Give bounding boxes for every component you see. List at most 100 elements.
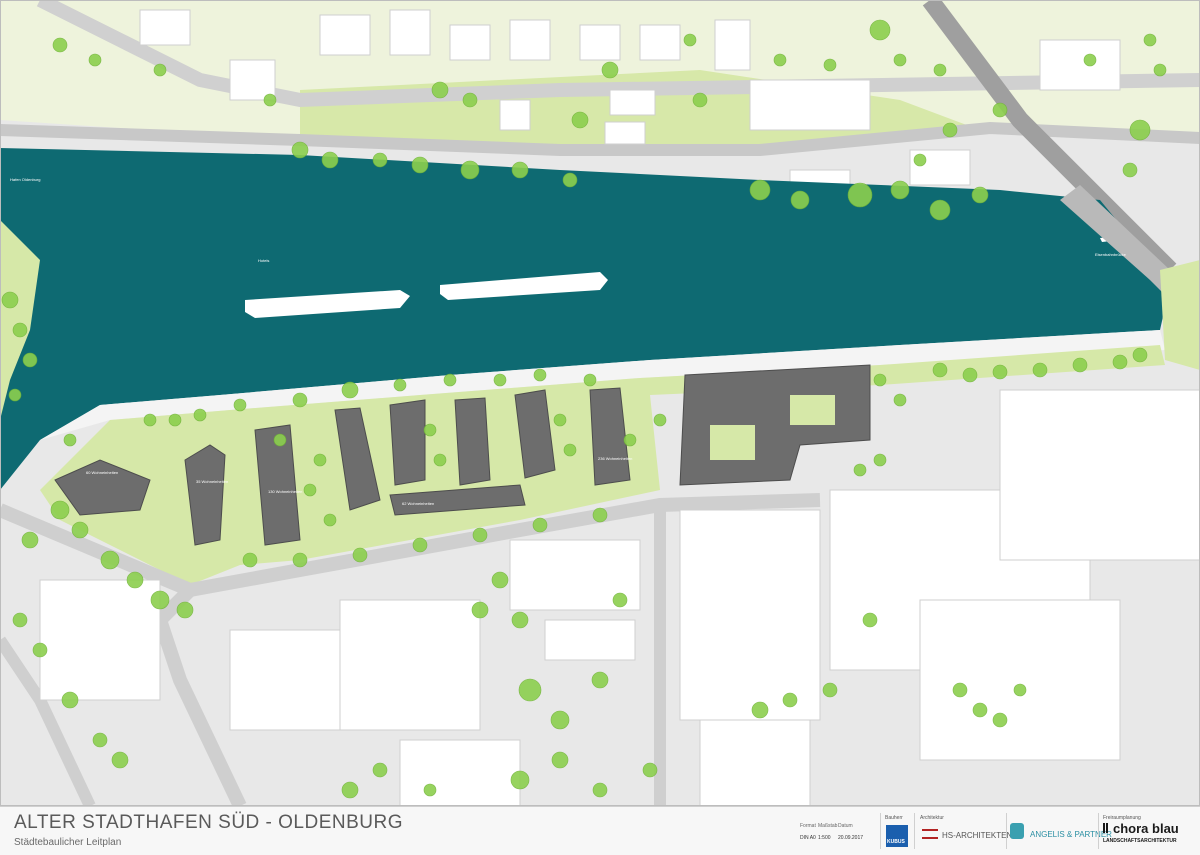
date-label: Datum: [838, 823, 853, 829]
tree: [21, 531, 39, 549]
tree: [92, 732, 108, 748]
tree: [71, 521, 89, 539]
label-bldg-d: 62 Wohneinheiten: [402, 501, 434, 506]
tree: [233, 398, 247, 412]
tree: [550, 710, 570, 730]
tree: [32, 642, 48, 658]
tree: [782, 692, 798, 708]
architects-label: Architektur: [920, 815, 944, 821]
tree: [683, 33, 697, 47]
tree: [471, 601, 489, 619]
tree: [642, 762, 658, 778]
tree: [1143, 33, 1157, 47]
building-f: [454, 397, 491, 486]
tree: [1, 291, 19, 309]
title-block: ALTER STADTHAFEN SÜD - OLDENBURG Städteb…: [0, 806, 1200, 855]
tree: [562, 172, 578, 188]
label-bldg-a: 60 Wohneinheiten: [86, 470, 118, 475]
tree: [553, 413, 567, 427]
chora-subtitle: LANDSCHAFTSARCHITEKTUR: [1103, 838, 1177, 844]
tree: [431, 81, 449, 99]
tree: [372, 152, 388, 168]
tree: [869, 19, 891, 41]
courtyard-east-2: [790, 395, 835, 425]
tree: [472, 527, 488, 543]
tree: [1032, 362, 1048, 378]
courtyard-east: [710, 425, 755, 460]
tree: [623, 433, 637, 447]
tree: [292, 552, 308, 568]
tree: [52, 37, 68, 53]
tree: [460, 160, 480, 180]
tree: [273, 433, 287, 447]
tree: [493, 373, 507, 387]
tree: [790, 190, 810, 210]
tree: [822, 682, 838, 698]
tree: [88, 53, 102, 67]
tree: [952, 682, 968, 698]
tree: [341, 781, 359, 799]
tree: [423, 783, 437, 797]
site-plan-map: Hafen Oldenburg Eisenbahnbrücke Hotels 6…: [0, 0, 1200, 806]
tree: [601, 61, 619, 79]
client-logo: KUBUS: [886, 825, 908, 847]
tree: [890, 180, 910, 200]
tree: [292, 392, 308, 408]
tree: [1153, 63, 1167, 77]
tree: [971, 186, 989, 204]
hs-architekten: HS-ARCHITEKTEN: [942, 831, 1013, 840]
hs-logo-icon: [922, 829, 938, 839]
tree: [992, 102, 1008, 118]
tree: [433, 453, 447, 467]
tree: [22, 352, 38, 368]
scale-value: 1:500: [818, 835, 831, 841]
label-bldg-c: 130 Wohneinheiten: [268, 489, 302, 494]
tree: [126, 571, 144, 589]
tree: [242, 552, 258, 568]
tree: [933, 63, 947, 77]
tree: [893, 53, 907, 67]
tree: [411, 156, 429, 174]
tree: [592, 782, 608, 798]
tree: [1132, 347, 1148, 363]
tree: [1129, 119, 1151, 141]
tree: [462, 92, 478, 108]
tree: [992, 712, 1008, 728]
tree: [962, 367, 978, 383]
tree: [692, 92, 708, 108]
tree: [551, 751, 569, 769]
tree: [873, 373, 887, 387]
format-label: Format: [800, 823, 816, 829]
tree: [423, 423, 437, 437]
tree: [111, 751, 129, 769]
tree: [853, 463, 867, 477]
tree: [412, 537, 428, 553]
tree: [653, 413, 667, 427]
tree: [913, 153, 927, 167]
tree: [341, 381, 359, 399]
tree: [972, 702, 988, 718]
tree: [50, 500, 70, 520]
divider-4: [1098, 813, 1099, 849]
tree: [63, 433, 77, 447]
tree: [12, 612, 28, 628]
plan-title: ALTER STADTHAFEN SÜD - OLDENBURG: [14, 812, 404, 833]
tree: [511, 611, 529, 629]
tree: [773, 53, 787, 67]
tree: [491, 571, 509, 589]
building-e: [389, 399, 426, 486]
tree: [532, 517, 548, 533]
angelis-logo-icon: [1010, 823, 1024, 839]
divider-2: [914, 813, 915, 849]
tree: [443, 373, 457, 387]
scale-label: Maßstab: [818, 823, 838, 829]
tree: [393, 378, 407, 392]
tree: [12, 322, 28, 338]
date-value: 20.09.2017: [838, 835, 864, 841]
label-bldg-e: 236 Wohneinheiten: [598, 456, 632, 461]
angelis-partner: ANGELIS & PARTNER: [1030, 830, 1112, 839]
tree: [100, 550, 120, 570]
divider-1: [880, 813, 881, 849]
east-embankment: [1160, 260, 1200, 370]
tree: [518, 678, 542, 702]
